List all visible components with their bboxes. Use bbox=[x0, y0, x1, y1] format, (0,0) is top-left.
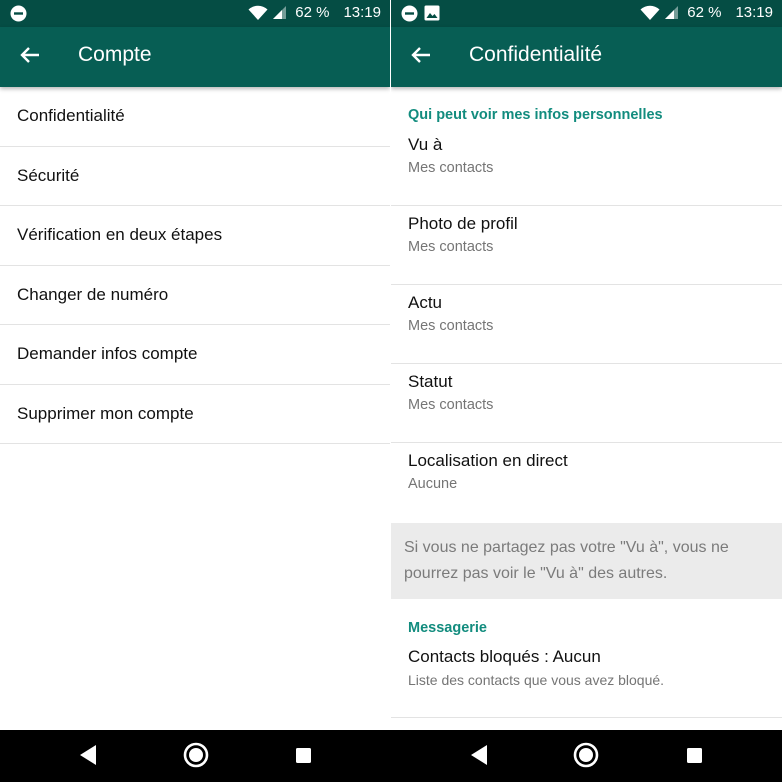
menu-item-request-account-info[interactable]: Demander infos compte bbox=[0, 325, 390, 385]
menu-item-label: Confidentialité bbox=[17, 106, 125, 126]
menu-item-label: Demander infos compte bbox=[17, 344, 198, 364]
menu-item-delete-account[interactable]: Supprimer mon compte bbox=[0, 385, 390, 444]
setting-profile-photo[interactable]: Photo de profil Mes contacts bbox=[391, 206, 782, 285]
section-header-personal-info: Qui peut voir mes infos personnelles bbox=[408, 107, 663, 123]
wifi-icon bbox=[640, 5, 660, 21]
privacy-screen: 62 % 13:19 Confidentialité Qui peut voir… bbox=[391, 0, 782, 730]
privacy-settings: Qui peut voir mes infos personnelles Vu … bbox=[391, 87, 782, 718]
menu-item-label: Vérification en deux étapes bbox=[17, 225, 223, 245]
home-circle-icon[interactable] bbox=[183, 742, 209, 773]
account-screen: 62 % 13:19 Compte Confidentialité Sécuri… bbox=[0, 0, 390, 730]
setting-value: Mes contacts bbox=[408, 160, 494, 176]
wifi-icon bbox=[248, 5, 268, 21]
setting-about[interactable]: Actu Mes contacts bbox=[391, 285, 782, 364]
clock: 13:19 bbox=[735, 4, 773, 21]
image-icon bbox=[424, 5, 440, 27]
section-header-messaging: Messagerie bbox=[408, 620, 487, 636]
app-bar: Compte bbox=[0, 27, 390, 87]
recents-square-icon[interactable] bbox=[686, 747, 703, 769]
do-not-disturb-icon bbox=[10, 5, 27, 27]
status-bar: 62 % 13:19 bbox=[0, 0, 390, 27]
setting-title: Localisation en direct bbox=[408, 451, 568, 470]
account-menu: Confidentialité Sécurité Vérification en… bbox=[0, 87, 390, 444]
back-triangle-icon[interactable] bbox=[469, 743, 489, 772]
status-bar: 62 % 13:19 bbox=[391, 0, 782, 27]
setting-value: Liste des contacts que vous avez bloqué. bbox=[408, 672, 665, 688]
battery-text: 62 % bbox=[295, 4, 330, 21]
menu-item-securite[interactable]: Sécurité bbox=[0, 147, 390, 206]
menu-item-change-number[interactable]: Changer de numéro bbox=[0, 266, 390, 325]
setting-value: Mes contacts bbox=[408, 318, 494, 334]
setting-value: Aucune bbox=[408, 476, 458, 492]
page-title: Compte bbox=[78, 43, 152, 66]
setting-title: Contacts bloqués : Aucun bbox=[408, 647, 601, 666]
back-button[interactable] bbox=[12, 39, 48, 75]
back-triangle-icon[interactable] bbox=[78, 743, 98, 772]
recents-square-icon[interactable] bbox=[295, 747, 312, 769]
navigation-bar bbox=[0, 730, 782, 782]
setting-title: Statut bbox=[408, 372, 453, 391]
setting-title: Photo de profil bbox=[408, 214, 518, 233]
setting-live-location[interactable]: Localisation en direct Aucune bbox=[391, 443, 782, 523]
home-circle-icon[interactable] bbox=[573, 742, 599, 773]
back-arrow-icon bbox=[411, 46, 431, 69]
menu-item-label: Sécurité bbox=[17, 165, 80, 185]
setting-value: Mes contacts bbox=[408, 397, 494, 413]
setting-title: Vu à bbox=[408, 135, 443, 154]
cell-signal-icon bbox=[664, 5, 679, 20]
menu-item-label: Changer de numéro bbox=[17, 284, 169, 304]
setting-last-seen[interactable]: Vu à Mes contacts bbox=[391, 127, 782, 206]
back-button[interactable] bbox=[403, 39, 439, 75]
do-not-disturb-icon bbox=[401, 5, 418, 27]
setting-blocked-contacts[interactable]: Contacts bloqués : Aucun Liste des conta… bbox=[391, 639, 782, 718]
back-arrow-icon bbox=[20, 46, 40, 69]
clock: 13:19 bbox=[343, 4, 381, 21]
page-title: Confidentialité bbox=[469, 43, 603, 66]
battery-text: 62 % bbox=[687, 4, 722, 21]
app-bar: Confidentialité bbox=[391, 27, 782, 87]
setting-title: Actu bbox=[408, 293, 443, 312]
setting-status[interactable]: Statut Mes contacts bbox=[391, 364, 782, 443]
menu-item-label: Supprimer mon compte bbox=[17, 403, 194, 423]
menu-item-confidentialite[interactable]: Confidentialité bbox=[0, 87, 390, 147]
last-seen-notice: Si vous ne partagez pas votre "Vu à", vo… bbox=[391, 523, 782, 599]
cell-signal-icon bbox=[272, 5, 287, 20]
setting-value: Mes contacts bbox=[408, 239, 494, 255]
menu-item-two-step-verification[interactable]: Vérification en deux étapes bbox=[0, 206, 390, 266]
